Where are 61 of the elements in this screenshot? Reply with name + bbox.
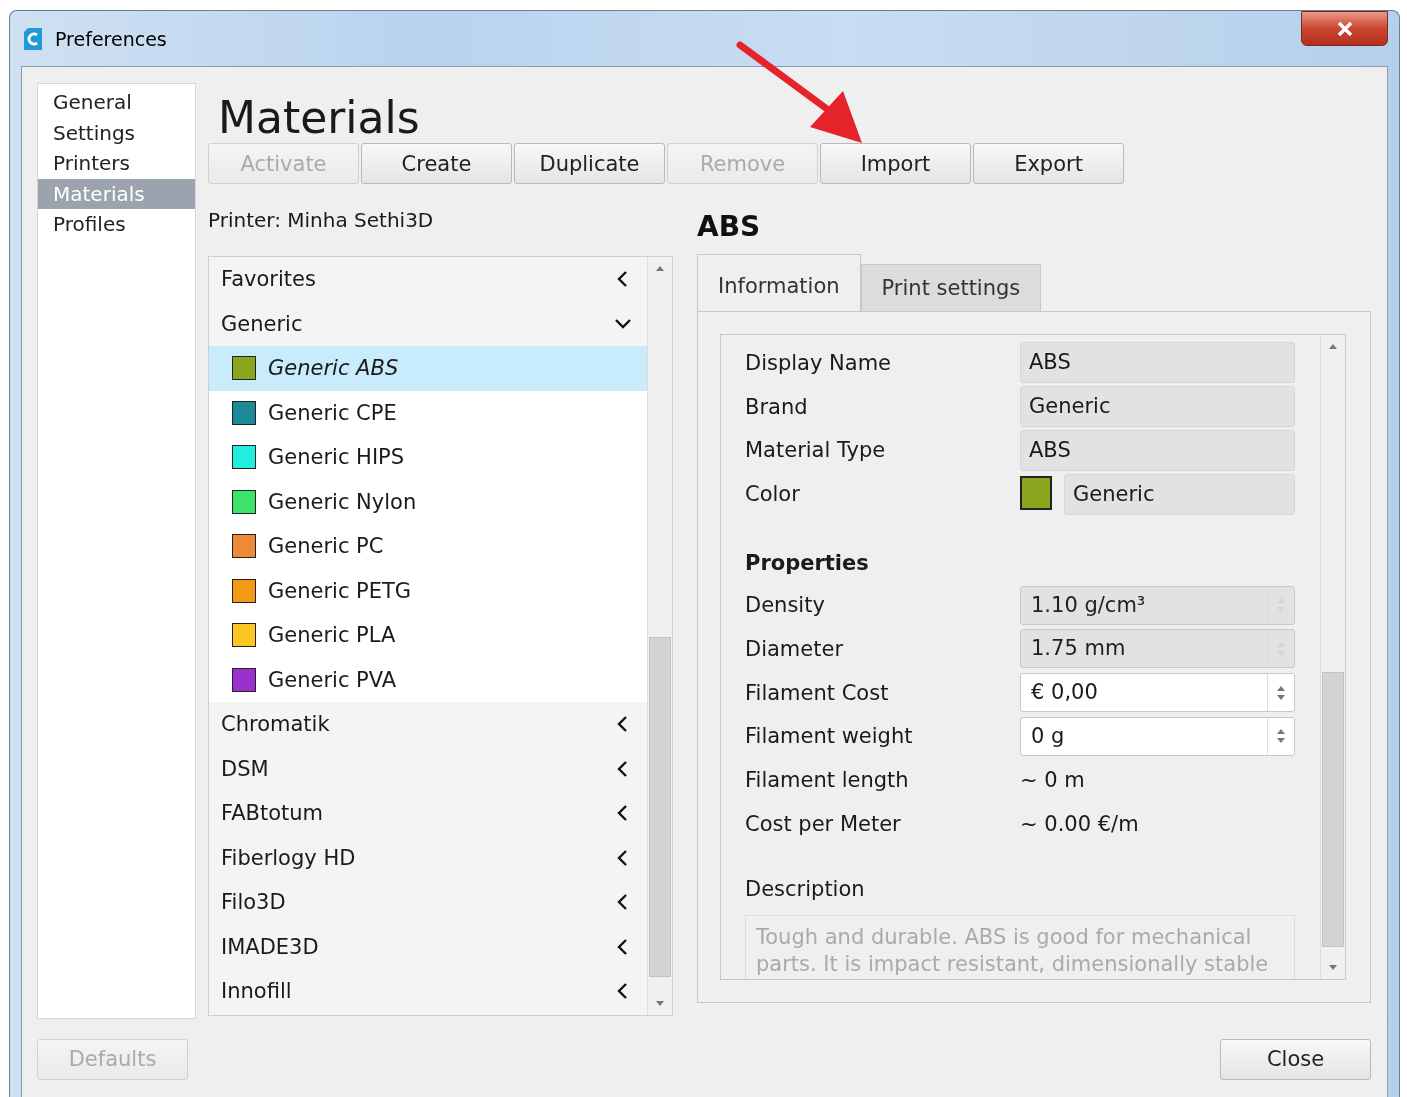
material-item[interactable]: Generic Nylon [209, 479, 647, 524]
scroll-down-icon[interactable] [1328, 965, 1338, 971]
toolbar-button[interactable]: Export [973, 143, 1124, 184]
scrollbar[interactable] [647, 257, 672, 1015]
app-logo-icon [21, 26, 45, 51]
field-label: Material Type [745, 438, 887, 463]
material-item[interactable]: Generic HIPS [209, 435, 647, 480]
scrollbar[interactable] [1320, 335, 1345, 979]
close-button[interactable]: Close [1220, 1038, 1371, 1080]
sidebar-item[interactable]: General [38, 87, 195, 118]
spin-box[interactable]: € 0,00 [1020, 673, 1295, 713]
category-label[interactable]: Chromatik [221, 712, 330, 737]
field-label: Brand [745, 394, 809, 419]
material-item[interactable]: Generic PVA [209, 657, 647, 702]
section-heading: Properties [745, 550, 870, 578]
text-field[interactable]: Generic [1020, 386, 1295, 428]
field-label: Display Name [745, 350, 893, 375]
category-label[interactable]: Filo3D [221, 890, 286, 915]
category-label[interactable]: Generic [221, 311, 303, 336]
material-item[interactable]: Generic PLA [209, 613, 647, 658]
field-label: Color [745, 482, 801, 507]
toolbar-button[interactable]: Import [820, 143, 971, 184]
category-label[interactable]: Innofill [221, 979, 292, 1004]
text-field[interactable]: Generic [1064, 473, 1295, 515]
field-label: Diameter [745, 636, 845, 661]
material-item[interactable]: Generic PC [209, 524, 647, 569]
category-label[interactable]: IMADE3D [221, 934, 319, 959]
close-window-button[interactable] [1301, 11, 1388, 46]
field-label: Filament Cost [745, 680, 890, 705]
sidebar-item[interactable]: Profiles [38, 209, 195, 240]
tab[interactable]: Print settings [860, 264, 1042, 311]
material-item[interactable]: Generic PETG [209, 568, 647, 613]
text-field[interactable]: ABS [1020, 430, 1295, 471]
sidebar-item[interactable]: Settings [38, 117, 195, 148]
category-label[interactable]: FABtotum [221, 801, 323, 826]
color-swatch[interactable] [1020, 475, 1052, 510]
text-field[interactable]: ABS [1020, 342, 1295, 384]
field-label: Filament length [745, 768, 910, 793]
category-label[interactable]: Favorites [221, 267, 316, 292]
material-item[interactable]: Generic CPE [209, 390, 647, 435]
page-title: Materials [217, 93, 421, 143]
field-label: Filament weight [745, 724, 914, 749]
field-label: Cost per Meter [745, 812, 902, 837]
spin-box[interactable]: 0 g [1020, 716, 1295, 756]
scroll-up-icon[interactable] [1328, 343, 1338, 349]
material-title: ABS [697, 209, 762, 245]
field-label: Description [745, 875, 866, 903]
field-value: ~ 0.00 €/m [1020, 812, 1139, 837]
category-label[interactable]: DSM [221, 756, 269, 781]
toolbar-button[interactable]: Create [361, 143, 512, 184]
printer-label: Printer: Minha Sethi3D [208, 207, 435, 234]
field-value: ~ 0 m [1020, 768, 1085, 793]
toolbar-button[interactable]: Duplicate [514, 143, 665, 184]
category-label[interactable]: Fiberlogy HD [221, 845, 356, 870]
field-label: Density [745, 593, 826, 618]
sidebar-item[interactable]: Printers [38, 148, 195, 179]
scroll-down-icon[interactable] [655, 1001, 665, 1007]
material-item[interactable]: Generic ABS [209, 346, 647, 391]
window-title: Preferences [55, 27, 167, 50]
tab[interactable]: Information [697, 254, 861, 311]
scroll-up-icon[interactable] [655, 265, 665, 271]
